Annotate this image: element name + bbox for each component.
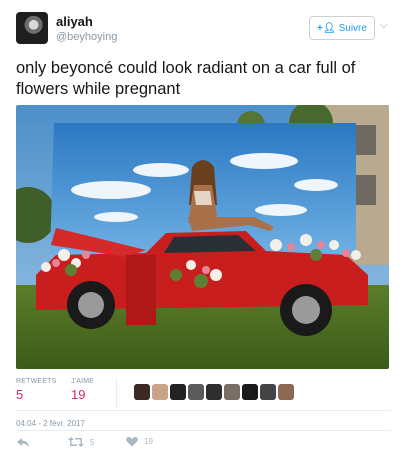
tweet-stats: RETWEETS 5 J'AIME 19 — [16, 378, 391, 412]
liker-avatar[interactable] — [170, 384, 186, 400]
like-count: 19 — [144, 437, 153, 446]
retweet-count: 5 — [90, 437, 95, 447]
liker-avatar[interactable] — [206, 384, 222, 400]
tweet-header: aliyah @beyhoying +👤︎ Suivre ⌵ — [16, 12, 391, 52]
divider — [16, 430, 391, 431]
likes-count: 19 — [71, 387, 86, 402]
liker-avatar[interactable] — [134, 384, 150, 400]
add-user-icon: +👤︎ — [317, 22, 336, 34]
photo-illustration — [16, 105, 389, 369]
tweet-text: only beyoncé could look radiant on a car… — [16, 59, 356, 98]
retweets-count: 5 — [16, 387, 24, 402]
tweet-actions: 5 19 — [16, 436, 391, 452]
user-names[interactable]: aliyah @beyhoying — [56, 14, 117, 43]
liker-avatar[interactable] — [278, 384, 294, 400]
retweet-icon — [68, 437, 84, 447]
likes-label: J'AIME — [71, 378, 95, 385]
liker-avatars — [134, 384, 294, 400]
likes-stat[interactable]: J'AIME 19 — [71, 378, 94, 402]
liker-avatar[interactable] — [260, 384, 276, 400]
stats-divider — [116, 378, 117, 408]
tweet-photo[interactable] — [16, 105, 389, 369]
retweets-label: RETWEETS — [16, 378, 57, 385]
retweet-button[interactable]: 5 — [68, 436, 94, 448]
like-button[interactable]: 19 — [126, 436, 153, 447]
retweets-stat[interactable]: RETWEETS 5 — [16, 378, 57, 402]
liker-avatar[interactable] — [188, 384, 204, 400]
reply-icon — [17, 438, 29, 447]
user-handle[interactable]: @beyhoying — [56, 31, 117, 43]
heart-icon — [126, 437, 138, 447]
avatar[interactable] — [16, 12, 48, 44]
divider — [16, 410, 391, 411]
reply-button[interactable] — [16, 436, 30, 448]
follow-button[interactable]: +👤︎ Suivre — [309, 16, 375, 40]
display-name[interactable]: aliyah — [56, 14, 117, 29]
chevron-down-icon[interactable]: ⌵ — [380, 20, 388, 31]
liker-avatar[interactable] — [224, 384, 240, 400]
liker-avatar[interactable] — [152, 384, 168, 400]
liker-avatar[interactable] — [242, 384, 258, 400]
follow-label: Suivre — [338, 22, 367, 34]
timestamp[interactable]: 04:04 - 2 févr. 2017 — [16, 419, 85, 428]
